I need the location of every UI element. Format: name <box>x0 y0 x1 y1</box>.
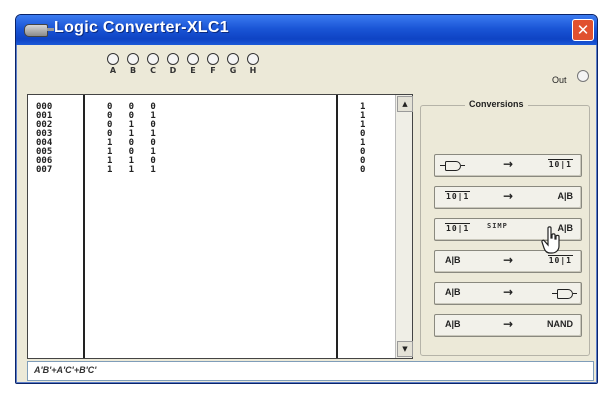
terminal-f-node[interactable] <box>207 53 219 65</box>
conversions-title: Conversions <box>465 99 528 109</box>
expression-field[interactable]: A'B'+A'C'+B'C' <box>27 361 594 381</box>
input-bits-column[interactable]: 0 0 0 0 0 1 0 1 0 0 1 1 1 0 0 1 0 1 1 1 … <box>85 95 338 358</box>
terminal-a-node[interactable] <box>107 53 119 65</box>
window-title: Logic Converter-XLC1 <box>54 19 229 36</box>
arrow-icon: → <box>503 253 514 267</box>
output-label: Out <box>552 75 567 85</box>
title-bar[interactable]: Logic Converter-XLC1 ✕ <box>16 15 597 45</box>
input-terminal-f[interactable]: F <box>203 53 223 75</box>
terminal-g-node[interactable] <box>227 53 239 65</box>
terminal-g-label: G <box>229 66 237 75</box>
truth-table-icon: 10|1 <box>445 191 471 201</box>
input-terminal-b[interactable]: B <box>123 53 143 75</box>
input-terminal-h[interactable]: H <box>243 53 263 75</box>
expression-to-circuit-button[interactable]: A|B → <box>434 282 582 305</box>
expression-to-nand-button[interactable]: A|B → NAND <box>434 314 582 337</box>
input-terminal-d[interactable]: D <box>163 53 183 75</box>
truth-table-icon: 10|1 <box>547 159 573 169</box>
from-expression: A|B <box>445 255 461 265</box>
output-value[interactable]: 0 <box>360 166 365 175</box>
input-terminal-g[interactable]: G <box>223 53 243 75</box>
vertical-scrollbar[interactable]: ▲ ▼ <box>395 95 413 358</box>
row-index: 007 <box>36 165 53 175</box>
from-expression: A|B <box>445 287 461 297</box>
truth-table-to-expression-button[interactable]: 10|1 → A|B <box>434 186 582 209</box>
to-expression: A|B <box>557 223 573 233</box>
terminal-f-label: F <box>210 66 216 75</box>
to-gate <box>552 287 577 301</box>
expression-to-truth-table-button[interactable]: A|B → 10|1 <box>434 250 582 273</box>
close-button[interactable]: ✕ <box>572 19 594 41</box>
output-terminal[interactable] <box>577 70 589 82</box>
input-terminal-e[interactable]: E <box>183 53 203 75</box>
from-expression: A|B <box>445 319 461 329</box>
from-truth-table: 10|1 <box>445 191 471 201</box>
terminal-d-label: D <box>169 66 177 75</box>
arrow-icon: → <box>503 157 514 171</box>
logic-converter-window: Logic Converter-XLC1 ✕ A B C D E F G H O… <box>15 14 598 384</box>
to-truth-table: 10|1 <box>547 159 573 169</box>
arrow-icon: → <box>503 285 514 299</box>
truth-table-icon: 10|1 <box>547 255 573 265</box>
terminal-h-node[interactable] <box>247 53 259 65</box>
truth-table-to-simplified-expression-button[interactable]: 10|1 SIMP A|B <box>434 218 582 241</box>
terminal-d-node[interactable] <box>167 53 179 65</box>
simp-label: SIMP <box>487 222 508 230</box>
to-expression: A|B <box>557 191 573 201</box>
arrow-icon: → <box>503 189 514 203</box>
logic-converter-icon <box>24 24 54 37</box>
from-truth-table: 10|1 <box>445 223 471 233</box>
input-terminal-a[interactable]: A <box>103 53 123 75</box>
to-truth-table: 10|1 <box>547 255 573 265</box>
truth-table-icon: 10|1 <box>445 223 471 233</box>
terminal-b-node[interactable] <box>127 53 139 65</box>
terminal-e-label: E <box>190 66 196 75</box>
terminal-c-label: C <box>150 66 156 75</box>
terminal-c-node[interactable] <box>147 53 159 65</box>
arrow-icon: → <box>503 317 514 331</box>
gate-icon <box>440 161 465 171</box>
row-index-column: 000 001 002 003 004 005 006 007 <box>28 95 85 358</box>
from-gate <box>440 159 465 173</box>
scroll-up-button[interactable]: ▲ <box>397 96 413 112</box>
circuit-to-truth-table-button[interactable]: → 10|1 <box>434 154 582 177</box>
gate-icon <box>552 289 577 299</box>
expression-text[interactable]: A'B'+A'C'+B'C' <box>34 365 96 375</box>
terminal-e-node[interactable] <box>187 53 199 65</box>
conversions-group: Conversions → 10|1 10|1 → A|B 10|1 SIMP … <box>420 99 590 356</box>
to-nand: NAND <box>547 319 573 329</box>
input-terminal-c[interactable]: C <box>143 53 163 75</box>
terminal-a-label: A <box>109 66 117 75</box>
terminal-h-label: H <box>249 66 257 75</box>
scroll-down-button[interactable]: ▼ <box>397 341 413 357</box>
input-bits-row[interactable]: 1 1 1 <box>107 166 156 175</box>
truth-table-panel[interactable]: 000 001 002 003 004 005 006 007 0 0 0 0 … <box>27 94 413 359</box>
output-column[interactable]: 1 1 1 0 1 0 0 0 <box>338 95 394 358</box>
terminal-b-label: B <box>129 66 137 75</box>
